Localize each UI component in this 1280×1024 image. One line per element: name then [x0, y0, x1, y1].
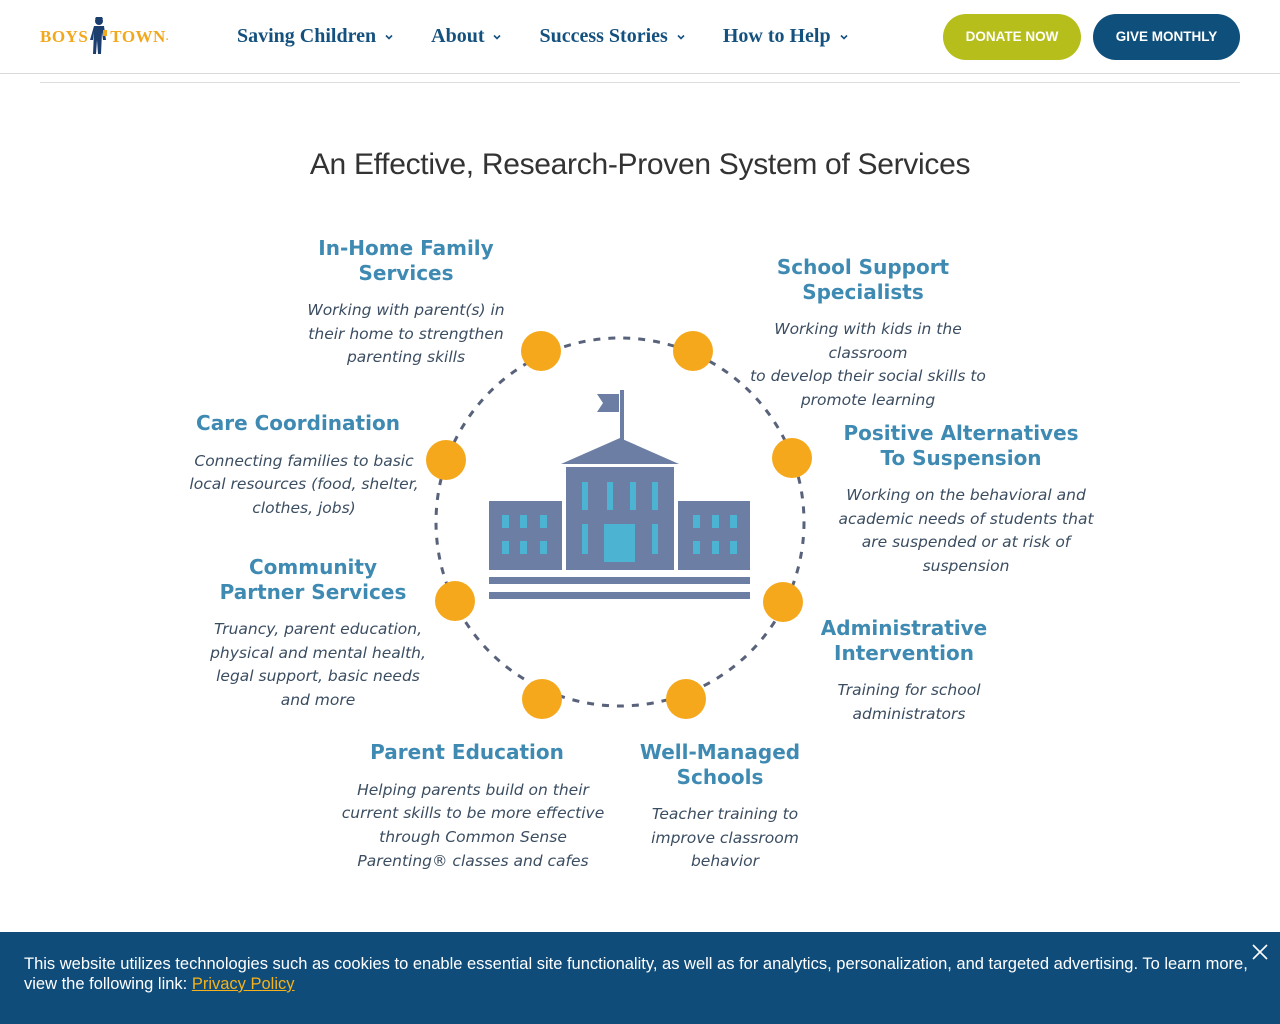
service-desc-line: suspension: [922, 557, 1010, 576]
service-title-line: In-Home Family: [318, 236, 494, 260]
service-desc-line: to develop their social skills to: [750, 367, 986, 386]
privacy-policy-link[interactable]: Privacy Policy: [192, 975, 295, 993]
service-desc-line: Working with kids in the classroom: [774, 320, 962, 362]
service-desc-line: Teacher training to: [651, 805, 799, 823]
service-desc-line: Helping parents build on their: [357, 780, 589, 799]
service-in-home-family: In-Home Family Services Working with pare…: [296, 236, 516, 370]
service-title-line: Care Coordination: [196, 411, 400, 435]
cookie-banner: This website utilizes technologies such …: [0, 932, 1280, 1024]
service-administrative-intervention: Administrative Intervention Training for …: [814, 616, 1004, 726]
service-title-line: Positive Alternatives: [843, 421, 1079, 445]
connector-dot: [673, 331, 713, 371]
service-desc-line: local resources (food, shelter,: [189, 475, 419, 494]
service-desc-line: and more: [280, 691, 356, 710]
service-care-coordination: Care Coordination Connecting families to…: [188, 411, 420, 521]
connector-dot: [763, 582, 803, 622]
service-desc-line: through Common Sense: [379, 827, 567, 846]
service-desc-line: current skills to be more effective: [341, 804, 605, 823]
service-school-support: School Support Specialists Working with k…: [733, 255, 1003, 413]
service-title-line: Specialists: [802, 279, 924, 304]
service-desc-line: Working with parent(s) in: [307, 301, 505, 319]
service-title-line: Services: [358, 260, 454, 285]
service-title-line: Schools: [676, 764, 764, 789]
service-title-line: Partner Services: [219, 579, 407, 604]
services-infographic: In-Home Family Services Working with pare…: [0, 0, 1280, 1024]
service-desc-line: are suspended or at risk of: [861, 533, 1071, 552]
service-title-line: Intervention: [834, 640, 974, 665]
service-desc-line: Connecting families to basic: [194, 451, 414, 470]
service-desc-line: behavior: [690, 852, 760, 871]
connector-dot: [522, 679, 562, 719]
service-desc-line: administrators: [852, 704, 966, 723]
service-desc-line: academic needs of students that: [838, 509, 1094, 528]
service-desc-line: parenting skills: [346, 348, 466, 367]
connector-dot: [435, 581, 475, 621]
service-desc-line: promote learning: [800, 391, 936, 410]
service-desc-line: Training for school: [837, 681, 981, 699]
service-desc-line: their home to strengthen: [308, 324, 504, 343]
cookie-message: This website utilizes technologies such …: [24, 954, 1259, 994]
service-title-line: Well-Managed: [639, 740, 801, 764]
service-desc-line: legal support, basic needs: [216, 667, 420, 686]
service-desc-line: clothes, jobs): [252, 498, 356, 517]
connector-dot: [521, 331, 561, 371]
school-building-icon: [489, 390, 750, 599]
connector-dot: [666, 679, 706, 719]
service-title-line: Community: [248, 555, 378, 579]
service-title-line: To Suspension: [880, 445, 1042, 470]
service-title-line: School Support: [776, 255, 950, 279]
service-title-line: Administrative: [820, 616, 988, 640]
service-desc-line: Parenting® classes and cafes: [357, 851, 589, 870]
service-positive-alternatives: Positive Alternatives To Suspension Worki…: [837, 421, 1095, 579]
service-parent-education: Parent Education Helping parents build o…: [338, 740, 608, 873]
service-desc-line: Working on the behavioral and: [846, 486, 1086, 504]
service-well-managed-schools: Well-Managed Schools Teacher training to i…: [630, 740, 820, 874]
service-desc-line: physical and mental health,: [210, 643, 426, 662]
close-icon[interactable]: [1251, 943, 1269, 961]
connector-dot: [426, 440, 466, 480]
service-community-partner: Community Partner Services Truancy, paren…: [204, 555, 432, 713]
service-desc-line: improve classroom: [651, 828, 799, 847]
service-desc-line: Truancy, parent education,: [213, 620, 423, 638]
connector-dot: [772, 438, 812, 478]
service-title-line: Parent Education: [370, 740, 564, 764]
